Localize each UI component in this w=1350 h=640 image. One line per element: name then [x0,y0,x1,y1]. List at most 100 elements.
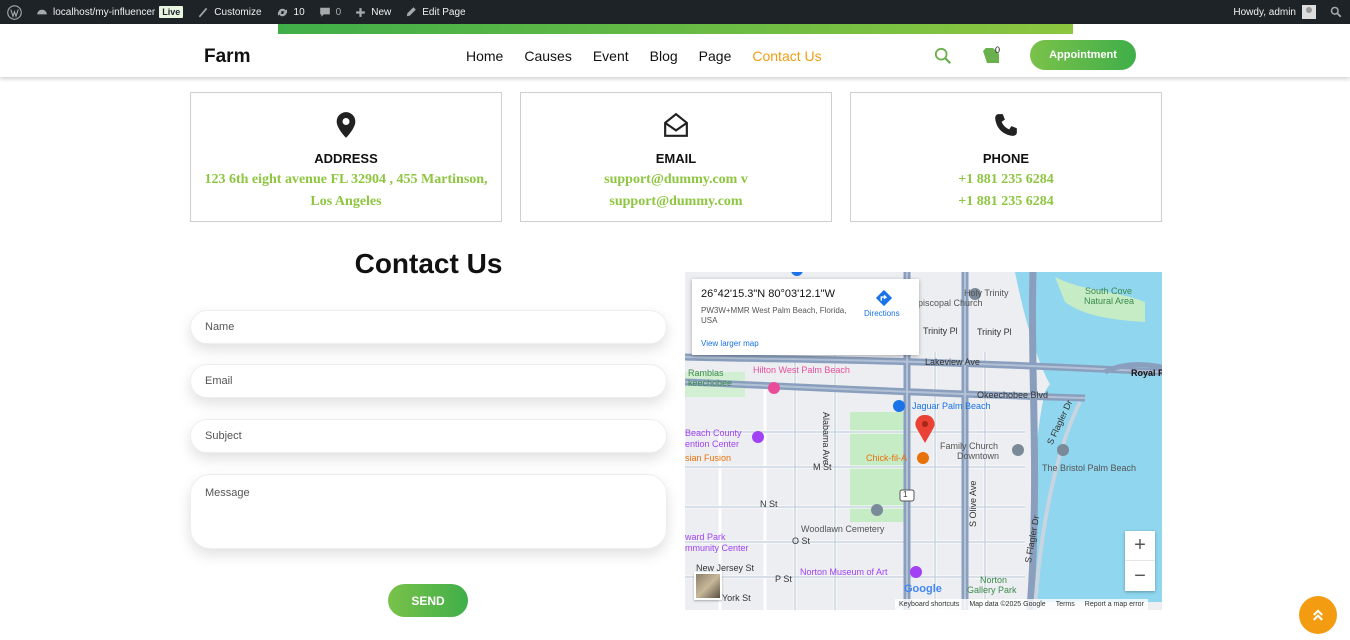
map-label-trinity-pl-1: Trinity Pl [923,326,958,336]
name-input[interactable]: Name [190,310,667,344]
email-input[interactable]: Email [190,364,667,398]
terms-link[interactable]: Terms [1056,601,1075,608]
map-label-lakeview: Lakeview Ave [925,357,980,367]
main-nav: Home Causes Event Blog Page Contact Us [466,48,843,64]
admin-search-button[interactable] [1323,0,1350,24]
map-label-olive: S Olive Ave [968,480,978,527]
map-label-gallery-park: Gallery Park [967,585,1017,595]
map-label-york-st: York St [722,593,751,603]
updates-icon [277,8,287,16]
phone-icon [995,114,1017,136]
map-label-norton-museum: Norton Museum of Art [800,567,888,577]
phone-line-2[interactable]: +1 881 235 6284 [851,191,1161,213]
map-label-p-st: P St [775,574,792,584]
customize-link[interactable]: Customize [190,0,268,24]
wordpress-icon [7,4,22,20]
nav-page[interactable]: Page [699,48,732,64]
keyboard-shortcuts-link[interactable]: Keyboard shortcuts [899,601,959,608]
customize-label: Customize [214,6,262,18]
hotel-poi-icon[interactable] [768,382,780,394]
hotel-poi-icon-2[interactable] [1057,444,1069,456]
zoom-out-button[interactable]: − [1125,561,1155,591]
site-logo[interactable]: Farm [204,46,250,68]
view-larger-map-link[interactable]: View larger map [701,339,759,348]
museum-poi-icon[interactable] [910,566,922,578]
map-label-community-center: mmunity Center [685,543,749,553]
nav-home[interactable]: Home [466,48,503,64]
cart-count: 0 [995,45,1001,55]
pencil-icon [407,7,417,17]
updates-count: 10 [293,6,305,18]
email-placeholder: Email [205,375,233,387]
map-pin-marker[interactable] [915,414,935,443]
directions-link[interactable]: Directions [864,309,900,318]
map-label-south-cove: South Cove [1085,286,1133,296]
directions-icon[interactable] [875,289,893,307]
restaurant-poi-icon[interactable] [917,452,929,464]
google-map[interactable]: Holy Trinity piscopal Church South Cove … [685,272,1162,610]
site-name-link[interactable]: localhost/my-influencer Live [29,0,190,24]
venue-poi-icon[interactable] [752,431,764,443]
nav-contact-us[interactable]: Contact Us [752,48,821,64]
map-label-norton: Norton [980,575,1008,585]
map-label-hilton: Hilton West Palm Beach [753,365,850,375]
nav-causes[interactable]: Causes [524,48,571,64]
church-poi-icon[interactable] [1012,444,1024,456]
edit-page-link[interactable]: Edit Page [398,0,472,24]
address-line-2: Los Angeles [310,194,382,209]
brush-icon [199,7,208,18]
map-label-chick-fil-a: Chick-fil-A [866,453,908,463]
email-line-2[interactable]: support@dummy.com [521,191,831,213]
subject-input[interactable]: Subject [190,419,667,453]
comments-link[interactable]: 0 [312,0,349,24]
search-icon[interactable] [934,47,952,65]
comments-count: 0 [335,6,342,18]
address-title: ADDRESS [314,151,378,166]
name-placeholder: Name [205,321,235,333]
cemetery-poi-icon[interactable] [871,504,883,516]
message-textarea[interactable]: Message [190,474,667,549]
phone-line-1[interactable]: +1 881 235 6284 [851,169,1161,191]
plus-icon [356,7,366,17]
map-footer: Keyboard shortcuts Map data ©2025 Google… [895,599,1148,610]
account-menu[interactable]: Howdy, admin [1226,0,1323,24]
map-label-fusion: sian Fusion [685,453,732,463]
map-data-text: Map data ©2025 Google [969,601,1046,608]
updates-link[interactable]: 10 [269,0,312,24]
new-content-link[interactable]: New [348,0,398,24]
satellite-toggle[interactable] [694,572,722,600]
site-name: localhost/my-influencer [53,6,156,18]
nav-event[interactable]: Event [593,48,629,64]
map-label-ward-park: ward Park [685,532,726,542]
map-label-episcopal: piscopal Church [918,298,983,308]
map-coords: 26°42'15.3"N 80°03'12.1"W [701,288,835,300]
edit-page-label: Edit Page [422,6,466,18]
map-label-natural-area: Natural Area [1084,296,1135,306]
map-label-holy-trinity: Holy Trinity [964,288,1009,298]
email-card: EMAIL support@dummy.com v support@dummy.… [520,92,832,222]
nav-blog[interactable]: Blog [650,48,678,64]
wordpress-logo-button[interactable] [0,0,29,24]
new-label: New [371,6,392,18]
map-label-beach-county: Beach County [685,428,742,438]
map-label-okeechobee: Okeechobee Blvd [977,390,1049,400]
map-zoom-control: + − [1125,531,1155,591]
back-to-top-button[interactable] [1299,596,1337,634]
subject-placeholder: Subject [205,430,242,442]
appointment-button[interactable]: Appointment [1030,40,1136,70]
car-dealer-poi-icon[interactable] [893,400,905,412]
header-accent-bar [278,24,1073,34]
zoom-in-button[interactable]: + [1125,531,1155,561]
email-line-1[interactable]: support@dummy.com v [521,169,831,191]
map-label-family-church: Family Church [940,441,999,451]
avatar [1302,5,1316,19]
send-button[interactable]: SEND [388,584,468,617]
dashboard-icon [37,9,47,15]
address-card: ADDRESS 123 6th eight avenue FL 32904 , … [190,92,502,222]
howdy-text: Howdy, admin [1233,6,1296,18]
map-address: PW3W+MMR West Palm Beach, Florida, USA [701,306,847,325]
map-route-shield: 1 [903,490,908,499]
report-map-error-link[interactable]: Report a map error [1085,601,1144,608]
google-logo: Google [904,583,942,595]
map-label-trinity-pl-2: Trinity Pl [977,327,1012,337]
